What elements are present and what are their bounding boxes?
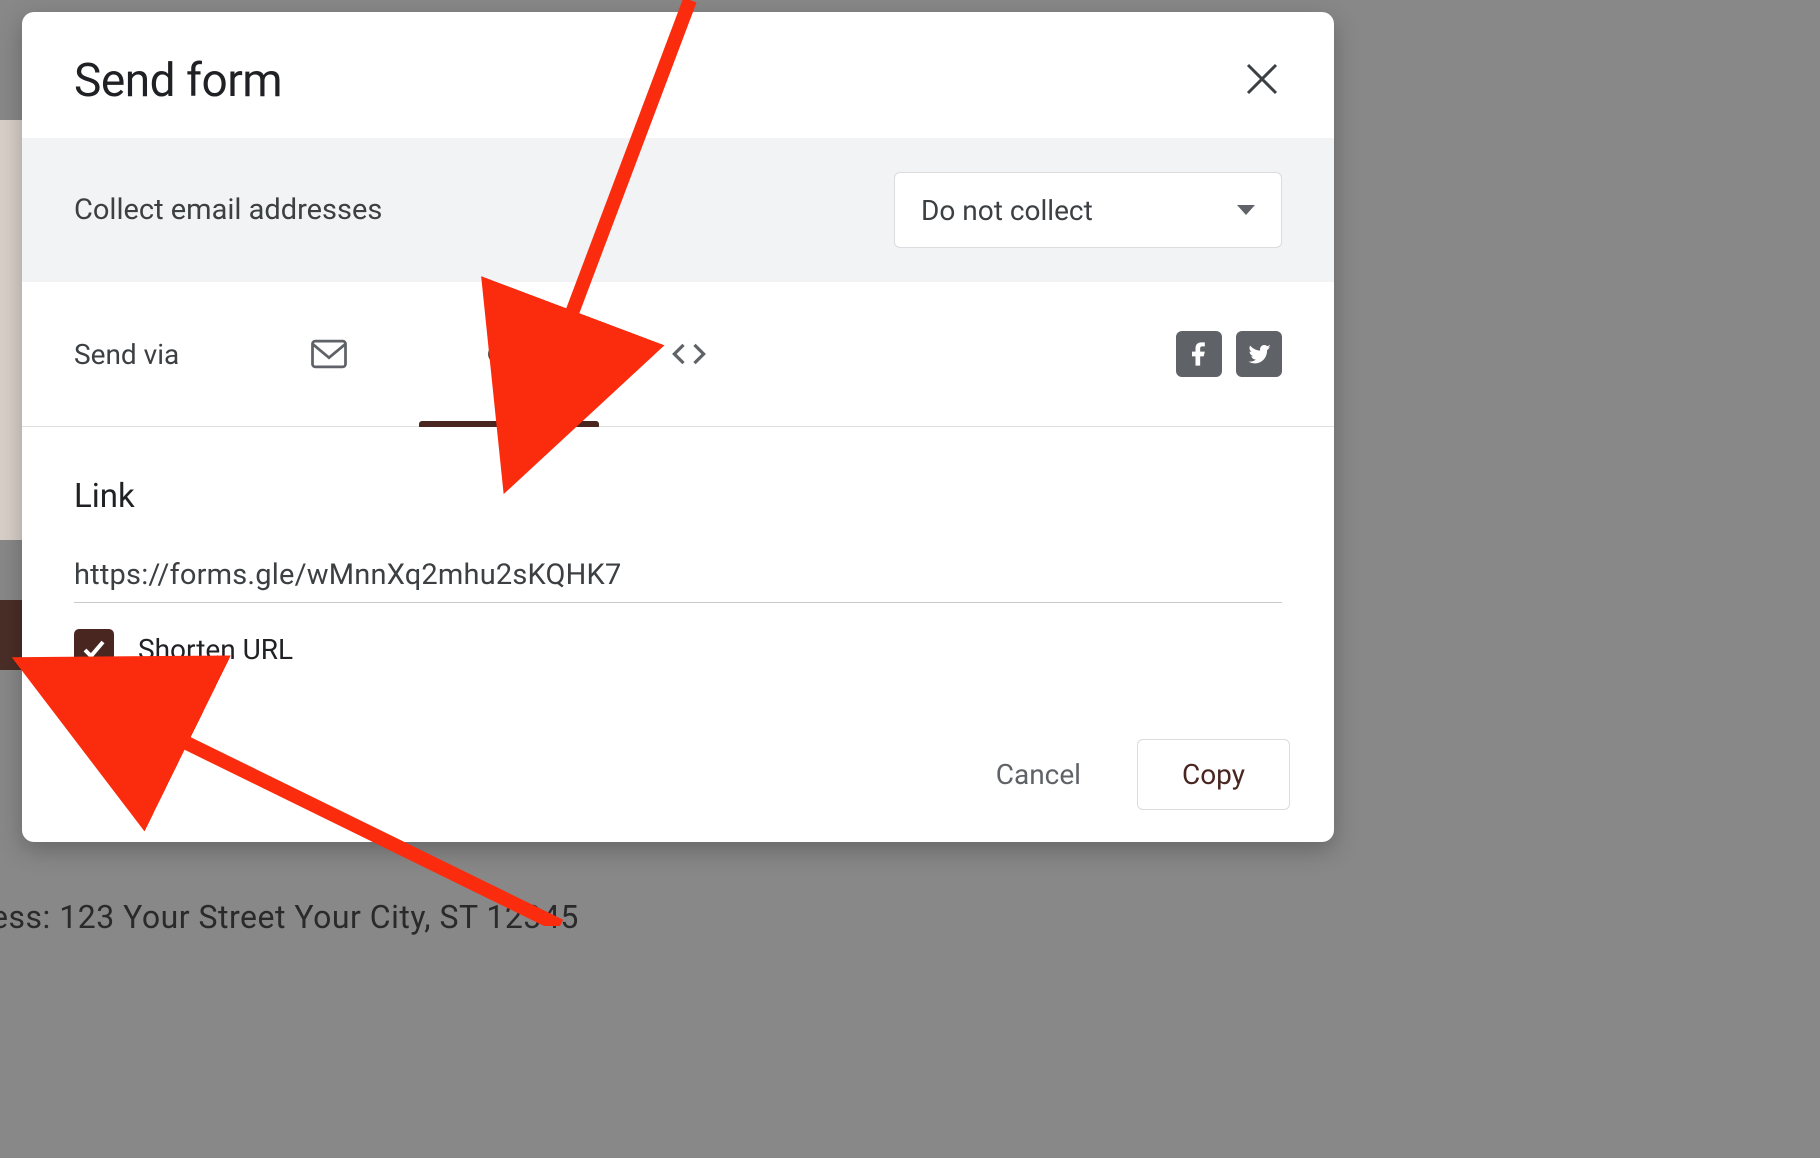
cancel-button[interactable]: Cancel xyxy=(974,742,1103,807)
close-button[interactable] xyxy=(1242,59,1282,103)
tab-link[interactable] xyxy=(419,282,599,426)
facebook-button[interactable] xyxy=(1176,331,1222,377)
twitter-button[interactable] xyxy=(1236,331,1282,377)
dialog-header: Send form xyxy=(22,12,1334,138)
close-icon xyxy=(1242,59,1282,99)
send-form-dialog: Send form Collect email addresses Do not… xyxy=(22,12,1334,842)
background-address-text: ress: 123 Your Street Your City, ST 1234… xyxy=(0,898,579,936)
tab-embed[interactable] xyxy=(599,282,779,426)
link-icon xyxy=(487,332,531,376)
collect-emails-selected: Do not collect xyxy=(921,194,1093,227)
checkmark-icon xyxy=(81,636,107,662)
shorten-url-label: Shorten URL xyxy=(138,633,293,666)
send-via-tabs xyxy=(239,282,779,426)
caret-down-icon xyxy=(1237,205,1255,215)
link-heading: Link xyxy=(74,477,1282,516)
dialog-footer: Cancel Copy xyxy=(974,739,1290,810)
send-via-row: Send via xyxy=(22,282,1334,427)
facebook-icon xyxy=(1185,340,1213,368)
tab-email[interactable] xyxy=(239,282,419,426)
twitter-icon xyxy=(1245,340,1273,368)
email-icon xyxy=(307,332,351,376)
link-url-field[interactable]: https://forms.gle/wMnnXq2mhu2sKQHK7 xyxy=(74,558,1282,603)
background-bar xyxy=(0,600,22,670)
collect-emails-row: Collect email addresses Do not collect xyxy=(22,138,1334,282)
embed-icon xyxy=(667,332,711,376)
background-image-strip xyxy=(0,120,22,540)
collect-emails-label: Collect email addresses xyxy=(74,193,382,227)
collect-emails-dropdown[interactable]: Do not collect xyxy=(894,172,1282,248)
social-buttons xyxy=(1176,331,1282,377)
shorten-url-row: Shorten URL xyxy=(74,629,1282,669)
send-via-label: Send via xyxy=(74,338,179,371)
dialog-title: Send form xyxy=(74,54,282,108)
link-section: Link https://forms.gle/wMnnXq2mhu2sKQHK7… xyxy=(22,427,1334,669)
copy-button[interactable]: Copy xyxy=(1137,739,1290,810)
shorten-url-checkbox[interactable] xyxy=(74,629,114,669)
